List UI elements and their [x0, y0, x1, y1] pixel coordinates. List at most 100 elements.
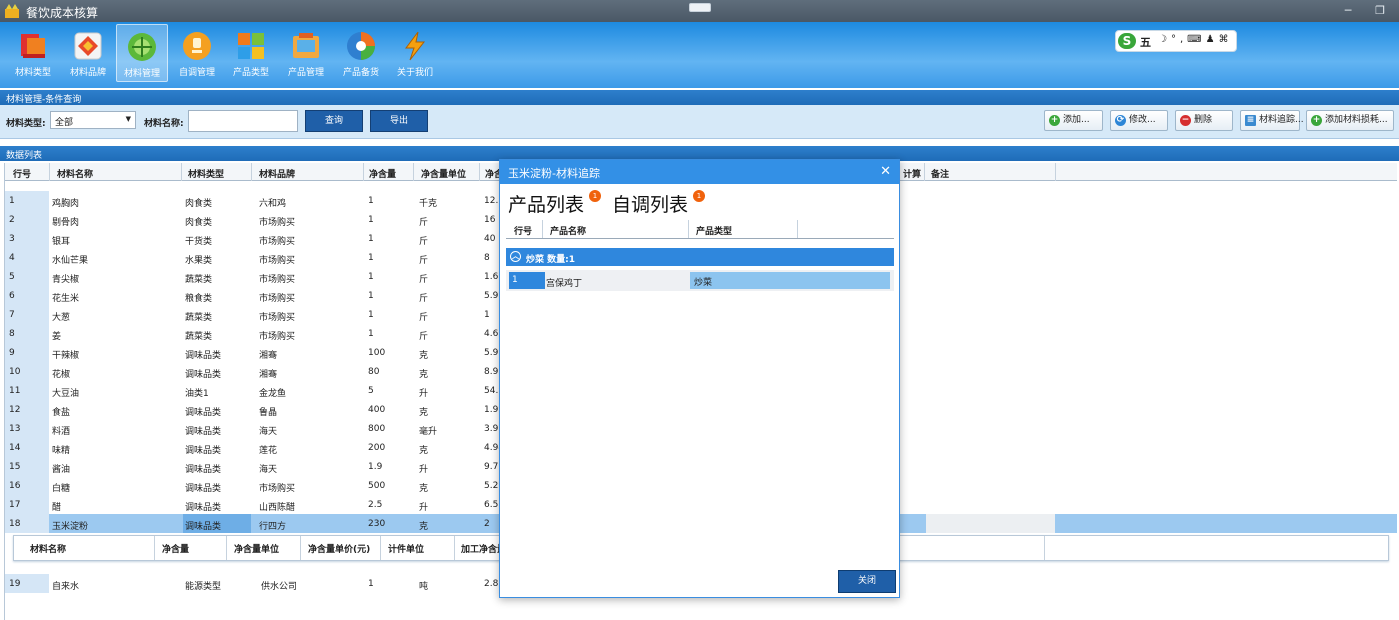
toolbar-material-type[interactable]: 材料类型 [7, 24, 59, 82]
row-number: 15 [5, 457, 49, 476]
toolbar-label: 材料品牌 [69, 68, 106, 78]
col-divider [226, 536, 227, 560]
row-number: 10 [5, 362, 49, 381]
material-type-select[interactable]: 全部 ▼ [50, 111, 136, 129]
cell-unit: 斤 [419, 218, 429, 228]
cell-unit: 吨 [419, 582, 429, 592]
close-button[interactable]: 关闭 [838, 570, 896, 593]
toolbar-material-brand[interactable]: 材料品牌 [62, 24, 114, 82]
col-header[interactable]: 净含量单位 [421, 167, 466, 180]
col-header[interactable]: 材料类型 [188, 167, 224, 180]
main-toolbar: 材料类型 材料品牌 材料管理 自调管理 产品类型 产品管理 产品备货 关于我们 … [0, 22, 1399, 88]
restore-button[interactable]: ❐ [1372, 4, 1388, 18]
plus-icon: + [1311, 115, 1322, 126]
row-number: 19 [5, 574, 49, 593]
col-header[interactable]: 行号 [13, 167, 31, 180]
col-divider[interactable] [181, 163, 182, 181]
query-button[interactable]: 查询 [305, 110, 363, 132]
row-number: 16 [5, 476, 49, 495]
col-header[interactable]: 备注 [931, 167, 949, 180]
col-divider[interactable] [251, 163, 252, 181]
col-divider[interactable] [413, 163, 414, 181]
cell-qty: 80 [368, 367, 380, 377]
cell-qty: 200 [368, 443, 386, 453]
toolbar-custom-manage[interactable]: 自调管理 [171, 24, 223, 82]
material-name-label: 材料名称: [144, 119, 184, 129]
selected-cell-highlight [926, 514, 1055, 533]
add-button[interactable]: + 添加... [1044, 110, 1103, 131]
row-number: 18 [5, 514, 49, 533]
cell-type: 油类1 [185, 389, 209, 399]
col-divider[interactable] [363, 163, 364, 181]
toolbar-product-stock[interactable]: 产品备货 [335, 24, 387, 82]
ime-tool-icons[interactable]: ☽°,⌨♟⌘ [1158, 34, 1233, 45]
cell-qty: 1 [368, 272, 374, 282]
drag-handle[interactable] [689, 3, 711, 12]
ime-toolbar[interactable]: S 五 ☽°,⌨♟⌘ [1115, 30, 1237, 52]
product-count-badge: 1 [589, 190, 601, 202]
col-header[interactable]: 净含量 [369, 167, 396, 180]
add-loss-button[interactable]: + 添加材料损耗... [1306, 110, 1394, 131]
col-header[interactable]: 产品名称 [550, 224, 586, 237]
cell-qty: 5 [368, 386, 374, 396]
dialog-titlebar[interactable]: 玉米淀粉-材料追踪 ✕ [500, 160, 899, 184]
col-header[interactable]: 产品类型 [696, 224, 732, 237]
cell-product-type: 炒菜 [690, 272, 890, 289]
col-header[interactable]: 材料名称 [57, 167, 93, 180]
col-divider[interactable] [924, 163, 925, 181]
tab-product-list[interactable]: 产品列表 [508, 190, 584, 217]
cell-product-name: 宫保鸡丁 [546, 279, 583, 289]
material-trace-dialog: 玉米淀粉-材料追踪 ✕ 产品列表 1 自调列表 1 行号 产品名称 产品类型 ︿… [499, 159, 900, 598]
product-type-icon [238, 33, 264, 59]
cell-brand: 供水公司 [261, 582, 298, 592]
delete-button[interactable]: − 删除 [1175, 110, 1233, 131]
cell-unit: 克 [419, 484, 429, 494]
toolbar-product-manage[interactable]: 产品管理 [280, 24, 332, 82]
minimize-button[interactable]: ─ [1340, 4, 1356, 18]
toolbar-material-manage[interactable]: 材料管理 [116, 24, 168, 82]
close-icon[interactable]: ✕ [880, 164, 891, 179]
sub-col-header[interactable]: 计件单位 [388, 542, 424, 555]
cell-brand: 湘骞 [259, 351, 278, 361]
cell-name: 白糖 [52, 484, 71, 494]
edit-button[interactable]: ⟳ 修改... [1110, 110, 1168, 131]
col-divider [454, 536, 455, 560]
dialog-grid-header: 行号 产品名称 产品类型 [506, 220, 894, 239]
ime-mode[interactable]: 五 [1140, 34, 1151, 50]
tab-custom-list[interactable]: 自调列表 [612, 190, 688, 217]
col-header[interactable]: 计算 [903, 167, 921, 180]
toolbar-product-type[interactable]: 产品类型 [225, 24, 277, 82]
cell-brand: 市场购买 [259, 332, 296, 342]
col-divider[interactable] [479, 163, 480, 181]
row-number: 12 [5, 400, 49, 419]
toolbar-label: 产品备货 [342, 68, 379, 78]
cell-brand: 市场购买 [259, 484, 296, 494]
cell-name: 食盐 [52, 408, 71, 418]
col-header[interactable]: 材料品牌 [259, 167, 295, 180]
material-name-input[interactable] [188, 110, 298, 132]
cell-name: 花生米 [52, 294, 80, 304]
list-item[interactable]: 1 宫保鸡丁 炒菜 [506, 270, 894, 291]
cell-unit: 升 [419, 389, 429, 399]
cell-price: 1.6 [484, 272, 499, 282]
trace-button[interactable]: ≡ 材料追踪... [1240, 110, 1304, 131]
col-divider[interactable] [1055, 163, 1056, 181]
cell-name: 姜 [52, 332, 62, 342]
row-number: 5 [5, 267, 49, 286]
export-button[interactable]: 导出 [370, 110, 428, 132]
cell-price: 6.5 [484, 500, 499, 510]
sub-col-header[interactable]: 净含量 [162, 542, 189, 555]
cell-price: 3.9 [484, 424, 499, 434]
cell-name: 料酒 [52, 427, 71, 437]
toolbar-about-us[interactable]: 关于我们 [389, 24, 441, 82]
col-divider[interactable] [49, 163, 50, 181]
col-header[interactable]: 行号 [514, 224, 532, 237]
sub-col-header[interactable]: 净含量单位 [234, 542, 279, 555]
sub-col-header[interactable]: 净含量单价(元) [308, 542, 370, 555]
dialog-title: 玉米淀粉-材料追踪 [508, 167, 600, 180]
chevron-up-icon[interactable]: ︿ [510, 251, 521, 262]
cell-brand: 市场购买 [259, 294, 296, 304]
group-row-stirfry[interactable]: ︿ 炒菜 数量:1 [506, 248, 894, 266]
sub-col-header[interactable]: 材料名称 [30, 542, 66, 555]
material-type-label: 材料类型: [6, 119, 46, 129]
